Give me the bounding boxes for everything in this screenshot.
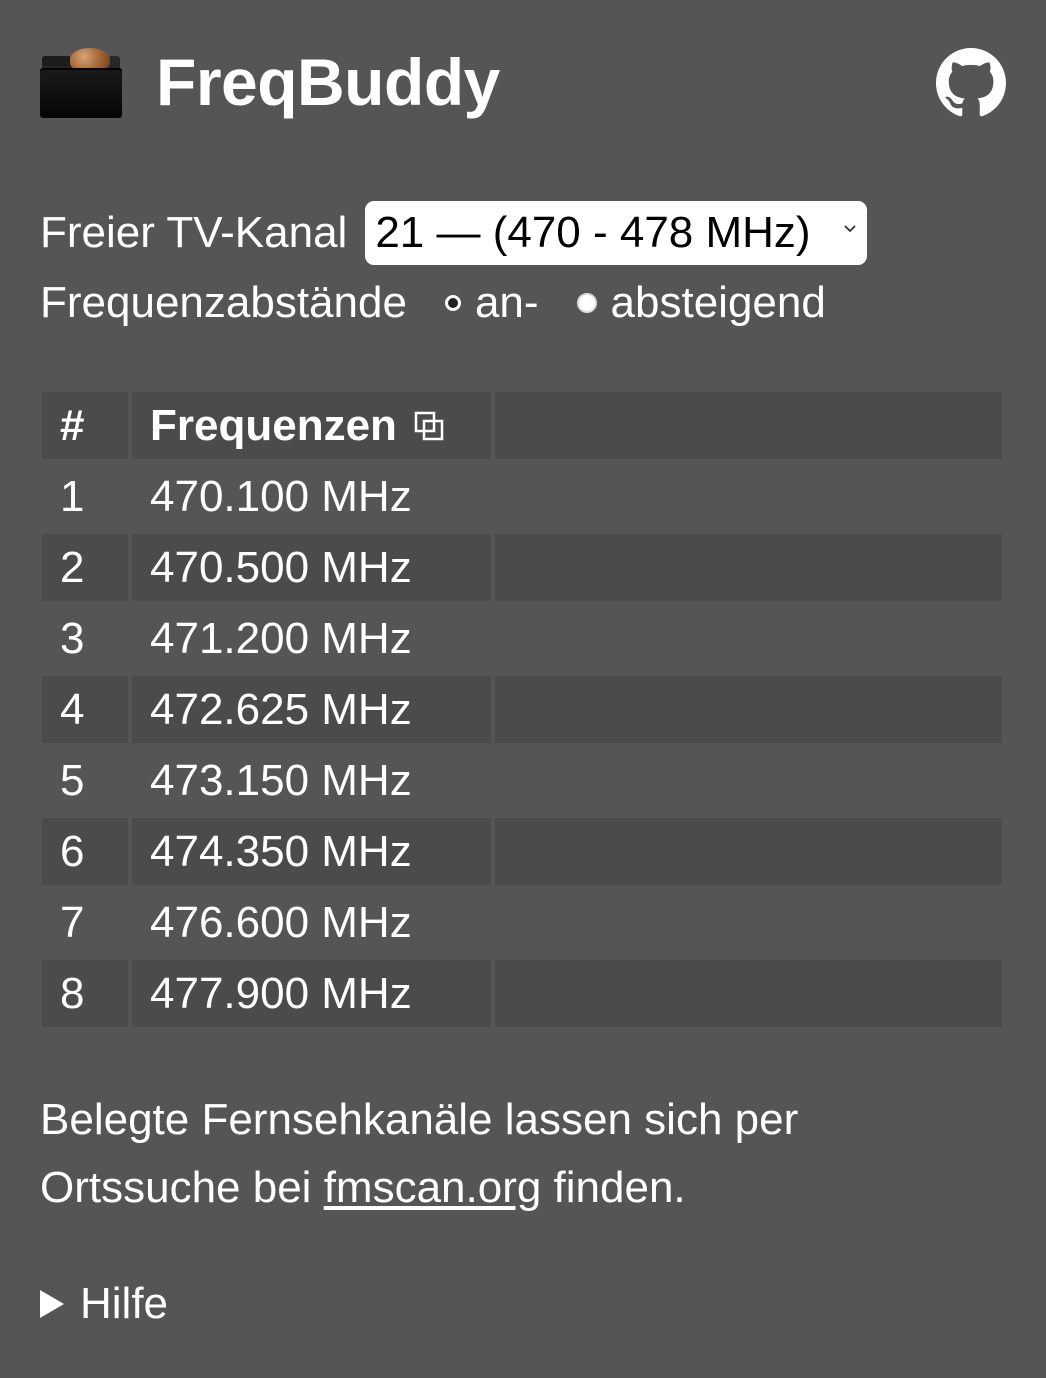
- channel-select-value: 21 — (470 - 478 MHz): [375, 208, 811, 257]
- row-number: 2: [42, 534, 128, 601]
- row-spacer: [495, 747, 1002, 814]
- table-row: 2 470.500 MHz: [42, 534, 1002, 605]
- row-number: 1: [60, 471, 85, 521]
- row-frequency: 474.350 MHz: [132, 818, 491, 885]
- row-frequency: 470.100 MHz: [150, 471, 412, 521]
- chevron-down-icon: [844, 225, 856, 233]
- column-header-frequencies: Frequenzen: [132, 392, 491, 459]
- folder-brain-icon: [40, 46, 122, 118]
- table-row: 6 474.350 MHz: [42, 818, 1002, 889]
- fmscan-link[interactable]: fmscan.org: [324, 1163, 542, 1212]
- order-label: Frequenzabstände: [40, 278, 407, 327]
- table-row: 5 473.150 MHz: [42, 747, 1002, 818]
- help-label: Hilfe: [80, 1279, 169, 1328]
- table-header-spacer: [495, 392, 1002, 459]
- column-header-frequencies-label: Frequenzen: [150, 400, 397, 450]
- table-row: 8 477.900 MHz: [42, 960, 1002, 1031]
- row-number: 6: [42, 818, 128, 885]
- help-toggle[interactable]: Hilfe: [40, 1282, 168, 1326]
- order-option-ascending[interactable]: an-: [444, 278, 539, 327]
- info-paragraph: Belegte Fernsehkanäle lassen sich per Or…: [40, 1086, 940, 1222]
- row-spacer: [495, 818, 1002, 885]
- order-option-ascending-label: an-: [474, 278, 539, 327]
- info-line-1: Belegte Fernsehkanäle lassen sich per: [40, 1095, 799, 1144]
- row-frequency: 477.900 MHz: [132, 960, 491, 1027]
- copy-icon[interactable]: [413, 410, 445, 442]
- row-number: 7: [60, 897, 85, 947]
- row-number: 3: [60, 613, 85, 663]
- disclosure-triangle-icon: [40, 1290, 64, 1318]
- row-spacer: [495, 889, 1002, 956]
- table-header-row: # Frequenzen: [42, 392, 1002, 463]
- row-frequency: 471.200 MHz: [150, 613, 412, 663]
- table-row: 4 472.625 MHz: [42, 676, 1002, 747]
- channel-select[interactable]: 21 — (470 - 478 MHz): [365, 201, 868, 265]
- frequency-table: # Frequenzen 1 470.100 MHz 2 470.500 MHz…: [42, 392, 1002, 1031]
- order-option-descending-label: absteigend: [610, 278, 826, 327]
- info-line-2-suffix: finden.: [541, 1163, 686, 1212]
- order-option-descending[interactable]: absteigend: [576, 278, 826, 327]
- row-frequency: 470.500 MHz: [132, 534, 491, 601]
- row-spacer: [495, 960, 1002, 1027]
- row-spacer: [495, 676, 1002, 743]
- row-spacer: [495, 463, 1002, 530]
- github-icon: [936, 48, 1006, 117]
- app-page: FreqBuddy Freier TV-Kanal 21 — (470 - 47…: [0, 0, 1046, 1378]
- radio-ascending[interactable]: [444, 295, 461, 311]
- channel-label: Freier TV-Kanal: [40, 208, 348, 257]
- row-spacer: [495, 534, 1002, 601]
- row-number: 8: [42, 960, 128, 1027]
- row-number: 4: [42, 676, 128, 743]
- order-row: Frequenzabstände an- absteigend: [40, 272, 826, 334]
- row-frequency: 473.150 MHz: [150, 755, 412, 805]
- app-title: FreqBuddy: [156, 45, 500, 119]
- table-row: 1 470.100 MHz: [42, 463, 1002, 534]
- table-row: 3 471.200 MHz: [42, 605, 1002, 676]
- channel-row: Freier TV-Kanal 21 — (470 - 478 MHz): [40, 200, 868, 266]
- row-number: 5: [60, 755, 85, 805]
- header: FreqBuddy: [40, 40, 500, 124]
- row-frequency: 476.600 MHz: [150, 897, 412, 947]
- info-line-2-prefix: Ortssuche bei: [40, 1163, 324, 1212]
- row-spacer: [495, 605, 1002, 672]
- radio-descending[interactable]: [576, 293, 597, 313]
- row-frequency: 472.625 MHz: [132, 676, 491, 743]
- column-header-number: #: [42, 392, 128, 459]
- table-row: 7 476.600 MHz: [42, 889, 1002, 960]
- github-link[interactable]: [936, 48, 1006, 118]
